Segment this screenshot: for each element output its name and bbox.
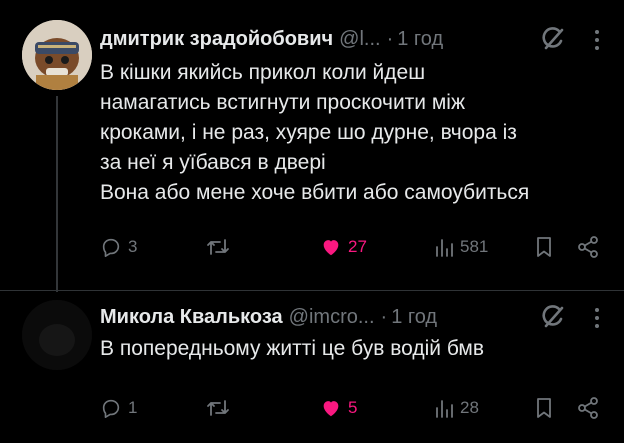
like-count: 27 — [348, 237, 367, 256]
tweet-header: Микола Квалькоза @imcro... · 1 год — [100, 302, 437, 332]
user-handle[interactable]: @imcro... — [289, 306, 375, 329]
tweet-text-line: за неї я уїбався в двері — [100, 151, 326, 174]
tweet[interactable]: Микола Квалькоза @imcro... · 1 год В поп… — [0, 290, 624, 443]
display-name[interactable]: Микола Квалькоза — [100, 306, 283, 329]
avatar[interactable] — [22, 300, 92, 370]
share-icon — [578, 236, 598, 258]
like-count: 5 — [348, 398, 358, 417]
heart-icon — [323, 240, 339, 256]
more-icon[interactable] — [592, 28, 602, 52]
tweet-text: В кішки якийсь прикол коли йдеш намагати… — [100, 58, 610, 208]
more-icon[interactable] — [592, 306, 602, 330]
reply-button[interactable]: 1 — [100, 394, 137, 422]
grok-icon[interactable] — [540, 26, 566, 52]
bookmark-icon — [537, 398, 551, 418]
like-button[interactable]: 27 — [320, 233, 367, 261]
tweet-text-line: В попередньому житті це був водій бмв — [100, 337, 484, 360]
like-button[interactable]: 5 — [320, 394, 357, 422]
reply-count: 1 — [128, 398, 138, 417]
tweet-header: дмитрик зрадойобович @l... · 1 год — [100, 24, 443, 54]
tweet-actions: 3 27 581 — [100, 233, 610, 261]
tweet-text: В попередньому житті це був водій бмв — [100, 334, 610, 364]
repost-button[interactable] — [206, 233, 230, 261]
view-count: 28 — [460, 398, 479, 417]
timestamp[interactable]: 1 год — [397, 28, 443, 51]
timestamp[interactable]: 1 год — [391, 306, 437, 329]
views-icon — [436, 239, 453, 257]
tweet[interactable]: дмитрик зрадойобович @l... · 1 год В кіш… — [0, 0, 624, 290]
repost-icon — [207, 239, 229, 255]
views-icon — [436, 400, 453, 418]
share-icon — [578, 397, 598, 419]
bookmark-icon — [537, 237, 551, 257]
tweet-text-line: Вона або мене хоче вбити або самоубиться — [100, 181, 530, 204]
bookmark-button[interactable] — [534, 394, 554, 422]
reply-button[interactable]: 3 — [100, 233, 137, 261]
tweet-text-line: кроками, і не раз, хуяре шо дурне, вчора… — [100, 121, 517, 144]
reply-count: 3 — [128, 237, 138, 256]
share-button[interactable] — [576, 394, 600, 422]
repost-button[interactable] — [206, 394, 230, 422]
grok-icon[interactable] — [540, 304, 566, 330]
heart-icon — [323, 401, 339, 417]
reply-icon — [102, 399, 120, 418]
separator: · — [380, 305, 388, 328]
tweet-actions: 1 5 28 — [100, 394, 610, 422]
reply-icon — [102, 238, 120, 257]
display-name[interactable]: дмитрик зрадойобович — [100, 28, 333, 51]
views-button[interactable]: 581 — [434, 233, 488, 261]
tweet-text-line: В кішки якийсь прикол коли йдеш — [100, 61, 426, 84]
view-count: 581 — [460, 237, 489, 256]
avatar[interactable] — [22, 20, 92, 90]
user-handle[interactable]: @l... — [339, 28, 380, 51]
repost-icon — [207, 400, 229, 416]
share-button[interactable] — [576, 233, 600, 261]
separator: · — [386, 27, 394, 50]
tweet-text-line: намагатись встигнути проскочити між — [100, 91, 466, 114]
views-button[interactable]: 28 — [434, 394, 479, 422]
bookmark-button[interactable] — [534, 233, 554, 261]
